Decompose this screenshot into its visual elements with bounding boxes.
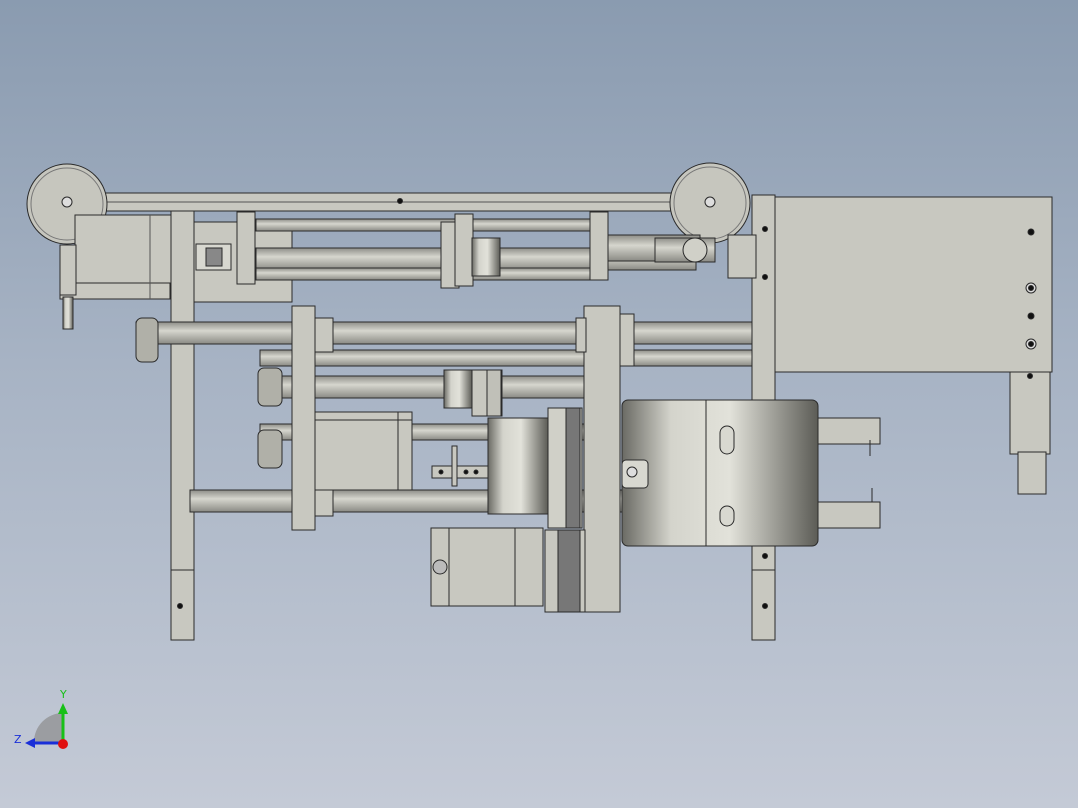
coordinate-triad: Y Z — [14, 688, 68, 749]
lower-stepper-motor — [430, 527, 586, 613]
assembly-drawing: Y Z — [14, 162, 1053, 749]
left-frame-post — [170, 210, 195, 641]
triad-quadrant — [34, 713, 63, 742]
top-belt-rail — [65, 192, 713, 212]
cad-viewport[interactable]: Y Z — [0, 0, 1078, 808]
x-axis-dot — [58, 739, 68, 749]
middle-slider-blocks — [443, 369, 503, 417]
gripper-fingers — [817, 417, 881, 529]
mounting-bracket — [431, 445, 489, 487]
upper-left-stepper-motor — [59, 214, 176, 330]
right-belt-pulley — [669, 162, 751, 244]
z-axis-label: Z — [14, 733, 22, 746]
y-axis-label: Y — [59, 688, 67, 701]
gear-housing — [487, 407, 583, 529]
spindle-head — [621, 399, 819, 547]
middle-stepper-motor — [314, 411, 413, 491]
